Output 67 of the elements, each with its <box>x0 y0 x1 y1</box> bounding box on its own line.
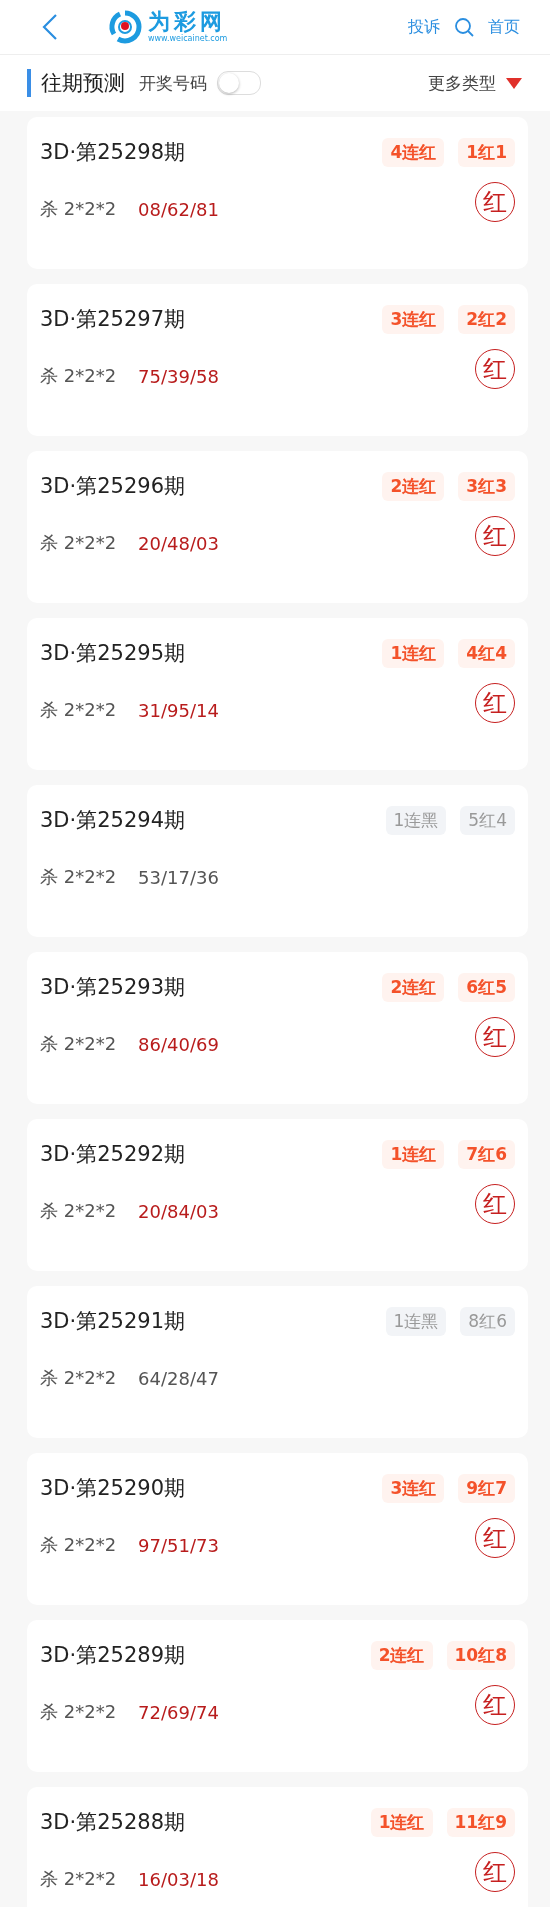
prediction-numbers: 20/84/03 <box>138 1200 219 1222</box>
issue-title: 3D·第25296期 <box>40 473 185 500</box>
issue-title: 3D·第25298期 <box>40 139 185 166</box>
toggle-label: 开奖号码 <box>139 71 207 95</box>
prediction-numbers: 20/48/03 <box>138 532 219 554</box>
section-title: 往期预测 <box>27 69 125 97</box>
streak-tag: 1连红 <box>382 1139 445 1169</box>
toggle-switch[interactable] <box>217 71 261 95</box>
count-tag: 10红8 <box>446 1640 515 1670</box>
streak-tag: 4连红 <box>382 137 445 167</box>
count-tag: 5红4 <box>460 805 515 835</box>
issue-title: 3D·第25288期 <box>40 1809 185 1836</box>
count-tag: 11红9 <box>446 1807 515 1837</box>
kill-text: 杀 2*2*2 <box>40 531 117 555</box>
streak-tag: 1连红 <box>382 638 445 668</box>
count-tag: 9红7 <box>458 1473 515 1503</box>
streak-tag: 1连黑 <box>385 1306 447 1336</box>
issue-title: 3D·第25291期 <box>40 1308 185 1335</box>
kill-text: 杀 2*2*2 <box>40 1700 117 1724</box>
issue-title: 3D·第25294期 <box>40 807 185 834</box>
logo-icon <box>106 10 144 44</box>
streak-tag: 3连红 <box>382 304 445 334</box>
logo-name: 为彩网 <box>148 10 226 34</box>
kill-text: 杀 2*2*2 <box>40 1199 117 1223</box>
issue-title: 3D·第25289期 <box>40 1642 185 1669</box>
kill-text: 杀 2*2*2 <box>40 1533 117 1557</box>
count-tag: 2红2 <box>458 304 515 334</box>
prediction-numbers: 53/17/36 <box>138 866 219 888</box>
issue-title: 3D·第25290期 <box>40 1475 185 1502</box>
prediction-numbers: 75/39/58 <box>138 365 219 387</box>
count-tag: 1红1 <box>458 137 515 167</box>
search-icon[interactable] <box>454 17 474 37</box>
prediction-numbers: 31/95/14 <box>138 699 219 721</box>
prediction-numbers: 97/51/73 <box>138 1534 219 1556</box>
header-link[interactable]: 首页 <box>488 16 520 38</box>
count-tag: 4红4 <box>458 638 515 668</box>
kill-text: 杀 2*2*2 <box>40 364 117 388</box>
issue-title: 3D·第25297期 <box>40 306 185 333</box>
issue-title: 3D·第25292期 <box>40 1141 185 1168</box>
streak-tag: 1连黑 <box>385 805 447 835</box>
issue-title: 3D·第25295期 <box>40 640 185 667</box>
count-tag: 8红6 <box>460 1306 515 1336</box>
caret-icon[interactable] <box>506 77 522 89</box>
prediction-numbers: 86/40/69 <box>138 1033 219 1055</box>
streak-tag: 3连红 <box>382 1473 445 1503</box>
prediction-numbers: 64/28/47 <box>138 1367 219 1389</box>
header-link[interactable]: 投诉 <box>408 16 440 38</box>
count-tag: 7红6 <box>458 1139 515 1169</box>
prediction-numbers: 08/62/81 <box>138 198 219 220</box>
back-icon[interactable] <box>42 13 58 41</box>
kill-text: 杀 2*2*2 <box>40 1366 117 1390</box>
logo-url: www.weicainet.com <box>148 34 228 44</box>
streak-tag: 2连红 <box>370 1640 433 1670</box>
streak-tag: 2连红 <box>382 471 445 501</box>
issue-title: 3D·第25293期 <box>40 974 185 1001</box>
kill-text: 杀 2*2*2 <box>40 197 117 221</box>
streak-tag: 1连红 <box>370 1807 433 1837</box>
more-types-dropdown[interactable]: 更多类型 <box>428 71 522 95</box>
kill-text: 杀 2*2*2 <box>40 865 117 889</box>
count-tag: 6红5 <box>458 972 515 1002</box>
streak-tag: 2连红 <box>382 972 445 1002</box>
count-tag: 3红3 <box>458 471 515 501</box>
prediction-numbers: 16/03/18 <box>138 1868 219 1890</box>
kill-text: 杀 2*2*2 <box>40 1032 117 1056</box>
kill-text: 杀 2*2*2 <box>40 1867 117 1891</box>
kill-text: 杀 2*2*2 <box>40 698 117 722</box>
prediction-numbers: 72/69/74 <box>138 1701 219 1723</box>
